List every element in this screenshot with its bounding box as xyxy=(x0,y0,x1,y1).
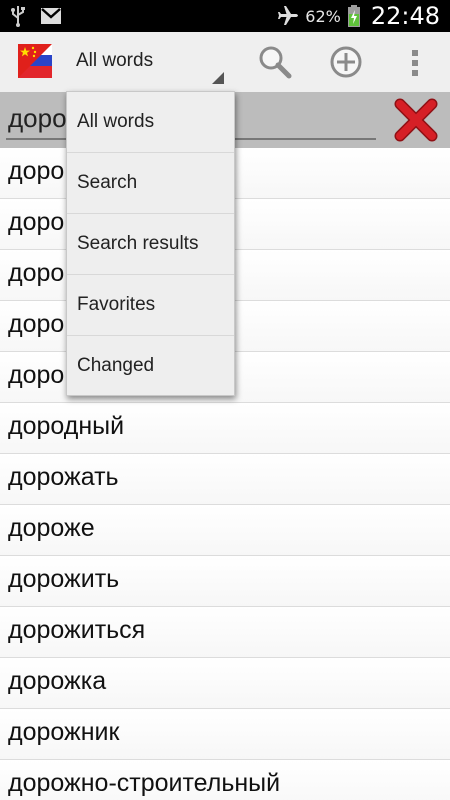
list-item[interactable]: дорожиться xyxy=(0,607,450,658)
list-item-label: дорожник xyxy=(8,718,120,746)
usb-icon xyxy=(11,6,25,27)
status-bar: 62% 22:48 xyxy=(0,0,450,32)
status-bar-notifications xyxy=(10,4,62,28)
list-item-label: доро xyxy=(8,208,65,236)
menu-item-search[interactable]: Search xyxy=(67,153,234,214)
status-bar-system: 62% 22:48 xyxy=(275,0,440,32)
list-item-label: дорожиться xyxy=(8,616,146,644)
menu-item-label: Search xyxy=(77,172,138,193)
list-item-label: доро xyxy=(8,157,65,185)
menu-item-label: Favorites xyxy=(77,294,156,315)
list-item[interactable]: дорожить xyxy=(0,556,450,607)
menu-item-all-words[interactable]: All words xyxy=(67,92,234,153)
clock: 22:48 xyxy=(370,2,440,30)
menu-item-search-results[interactable]: Search results xyxy=(67,214,234,275)
action-bar: All words xyxy=(0,32,450,93)
list-item-label: дорожить xyxy=(8,565,120,593)
list-item-label: дорожка xyxy=(8,667,107,695)
add-icon[interactable] xyxy=(326,42,366,82)
list-item[interactable]: дорожно-строительный xyxy=(0,760,450,800)
menu-item-label: Search results xyxy=(77,233,199,254)
filter-spinner-label: All words xyxy=(76,50,154,71)
china-russia-flag-icon[interactable] xyxy=(18,44,52,78)
spinner-caret-icon xyxy=(212,72,224,84)
menu-item-label: Changed xyxy=(77,355,155,376)
list-item-label: дорожно-строительный xyxy=(8,769,281,797)
list-item[interactable]: дороже xyxy=(0,505,450,556)
list-item-label: доро xyxy=(8,361,65,389)
filter-dropdown-menu: All words Search Search results Favorite… xyxy=(66,91,235,396)
search-icon[interactable] xyxy=(255,42,295,82)
battery-percent: 62% xyxy=(305,6,341,26)
menu-item-favorites[interactable]: Favorites xyxy=(67,275,234,336)
list-item[interactable]: дородный xyxy=(0,403,450,454)
list-item-label: дороже xyxy=(8,514,95,542)
battery-charging-icon xyxy=(347,5,360,27)
gmail-icon xyxy=(41,8,61,24)
list-item-label: доро xyxy=(8,310,65,338)
airplane-icon xyxy=(278,6,299,25)
list-item[interactable]: дорожка xyxy=(0,658,450,709)
list-item[interactable]: дорожать xyxy=(0,454,450,505)
red-x-icon[interactable] xyxy=(394,98,438,142)
menu-item-changed[interactable]: Changed xyxy=(67,336,234,397)
list-item[interactable]: дорожник xyxy=(0,709,450,760)
list-item-label: дорожать xyxy=(8,463,119,491)
menu-item-label: All words xyxy=(77,111,155,132)
list-item-label: доро xyxy=(8,259,65,287)
filter-spinner[interactable]: All words xyxy=(66,32,230,92)
overflow-menu-icon[interactable] xyxy=(395,42,435,82)
list-item-label: дородный xyxy=(8,412,125,440)
